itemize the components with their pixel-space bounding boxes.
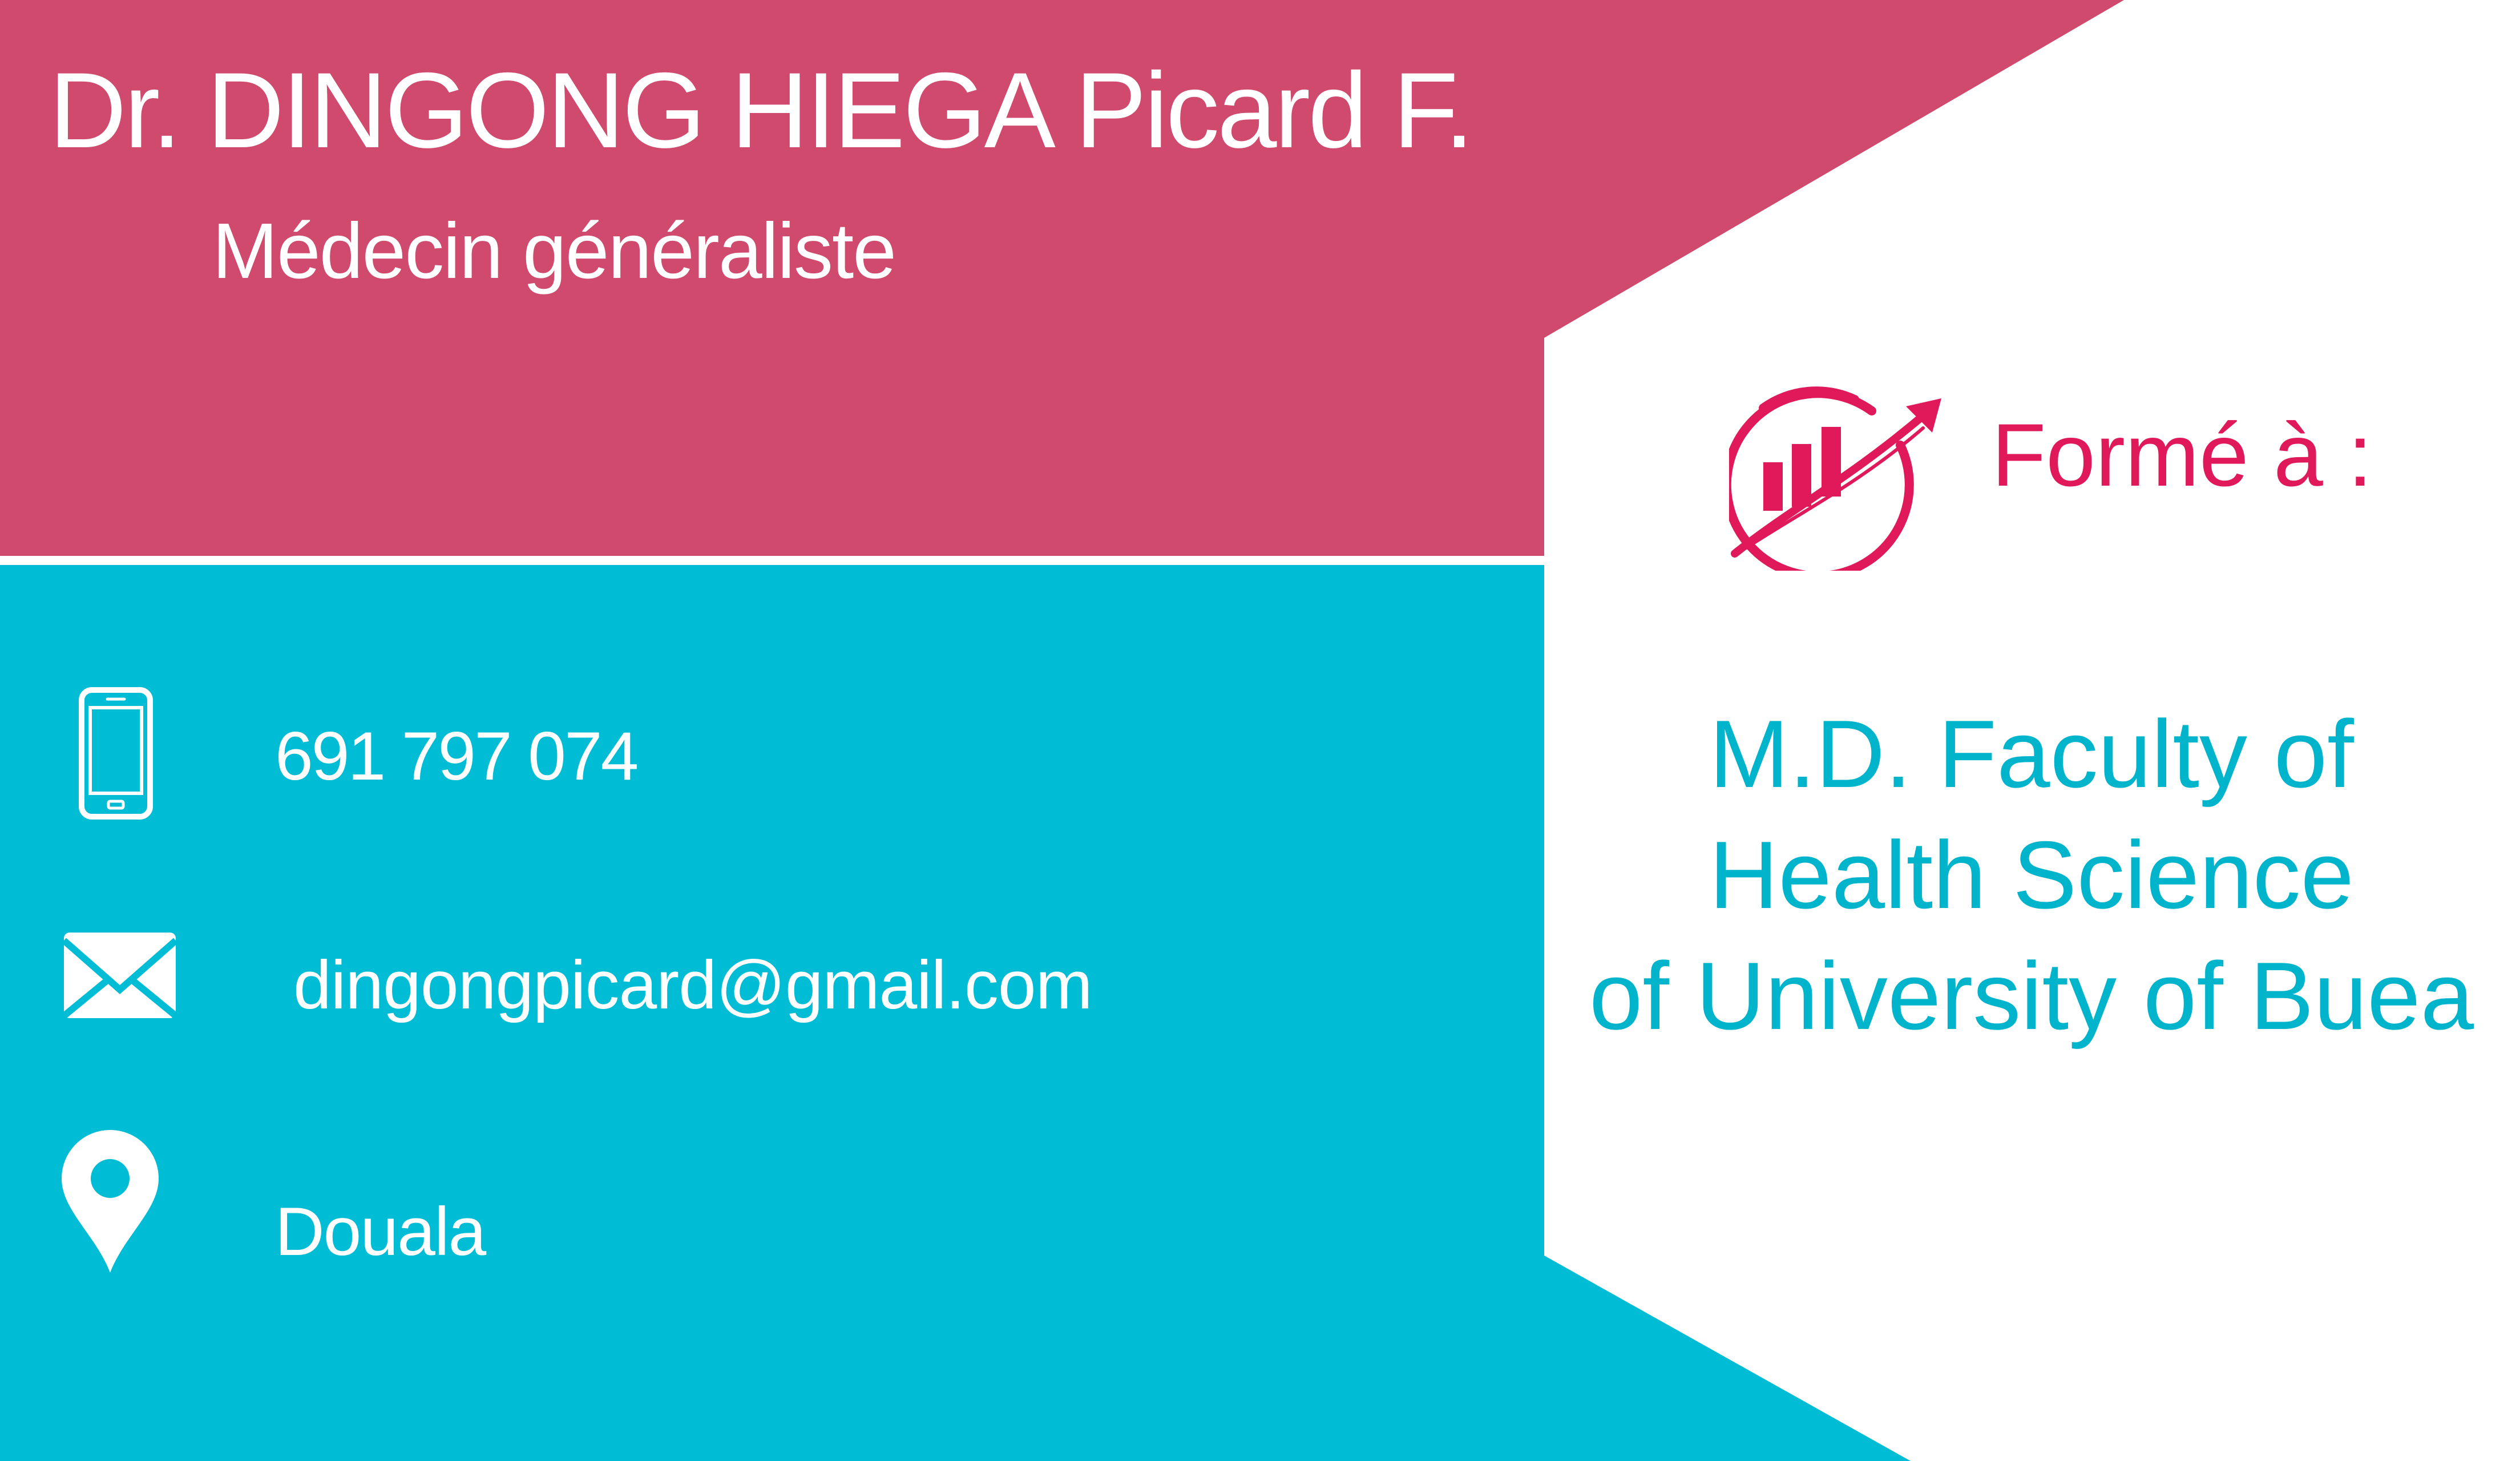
phone-number[interactable]: 691 797 074 (275, 716, 639, 796)
map-pin-icon (62, 1130, 159, 1273)
city-location: Douala (275, 1193, 486, 1270)
training-line-1: M.D. Faculty of (1709, 700, 2354, 808)
trained-at-label: Formé à : (1992, 406, 2373, 505)
doctor-name: Dr. DINGONG HIEGA Picard F. (49, 50, 1474, 170)
business-card: Dr. DINGONG HIEGA Picard F. Médecin géné… (0, 0, 2520, 1461)
smartphone-icon (79, 687, 153, 820)
training-line-2: Health Science (1709, 821, 2354, 929)
training-institution: M.D. Faculty of Health Science of Univer… (1575, 693, 2488, 1056)
training-line-3: of University of Buea (1589, 942, 2474, 1050)
doctor-specialty: Médecin généraliste (212, 207, 896, 295)
envelope-icon (64, 933, 176, 1018)
growth-chart-icon (1729, 386, 1941, 571)
email-address[interactable]: dingongpicard@gmail.com (293, 945, 1093, 1025)
